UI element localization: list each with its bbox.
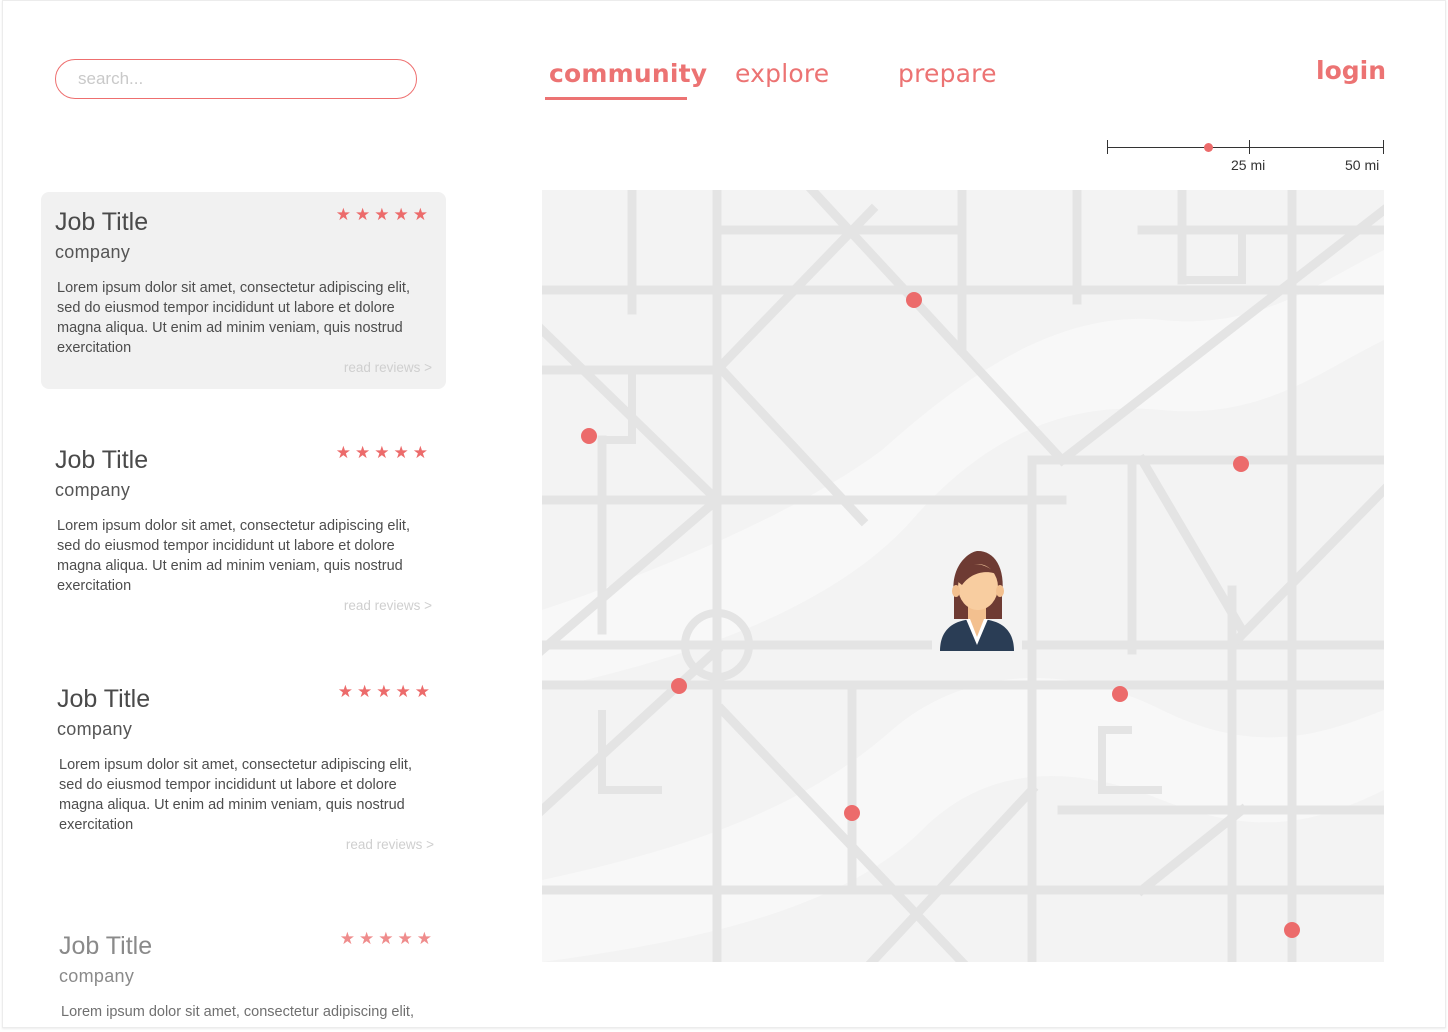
star-rating: ★★★★★ [335, 205, 432, 224]
location-pin-icon[interactable] [844, 805, 860, 821]
job-title: Job Title [57, 685, 151, 713]
read-reviews-link[interactable]: read reviews > [344, 360, 432, 375]
location-pin-icon[interactable] [1112, 686, 1128, 702]
job-company: company [55, 242, 131, 262]
slider-handle[interactable] [1204, 143, 1213, 152]
job-company: company [55, 480, 131, 500]
star-rating: ★★★★★ [339, 929, 436, 948]
job-title: Job Title [59, 932, 153, 960]
location-pin-icon[interactable] [906, 292, 922, 308]
job-company: company [59, 966, 135, 986]
user-avatar-icon[interactable] [932, 545, 1022, 655]
job-card[interactable]: Job Title company ★★★★★ Lorem ipsum dolo… [41, 192, 446, 389]
job-description: Lorem ipsum dolor sit amet, consectetur … [57, 280, 410, 356]
slider-tick-50 [1383, 140, 1384, 154]
location-pin-icon[interactable] [581, 428, 597, 444]
login-link[interactable]: login [1316, 56, 1386, 85]
read-reviews-link[interactable]: read reviews > [346, 837, 434, 852]
job-card[interactable]: Job Title company ★★★★★ Lorem ipsum dolo… [45, 916, 450, 1027]
slider-tick-25 [1249, 140, 1250, 154]
job-description: Lorem ipsum dolor sit amet, consectetur … [57, 518, 410, 594]
star-rating: ★★★★★ [335, 443, 432, 462]
job-title: Job Title [55, 208, 149, 236]
search-input[interactable] [76, 68, 400, 90]
distance-slider[interactable]: 25 mi 50 mi [1107, 137, 1387, 177]
location-pin-icon[interactable] [1284, 922, 1300, 938]
job-title: Job Title [55, 446, 149, 474]
job-company: company [57, 719, 133, 739]
scale-label-25: 25 mi [1231, 157, 1266, 173]
map-view[interactable] [542, 190, 1384, 962]
job-description: Lorem ipsum dolor sit amet, consectetur … [59, 757, 412, 833]
app-frame: community explore prepare login 25 mi 50… [2, 0, 1446, 1028]
active-tab-underline [545, 97, 687, 100]
location-pin-icon[interactable] [671, 678, 687, 694]
read-reviews-link[interactable]: read reviews > [344, 598, 432, 613]
slider-tick-start [1107, 140, 1108, 154]
scale-label-50: 50 mi [1345, 157, 1380, 173]
job-card[interactable]: Job Title company ★★★★★ Lorem ipsum dolo… [41, 430, 446, 627]
slider-track[interactable] [1107, 147, 1383, 148]
job-card[interactable]: Job Title company ★★★★★ Lorem ipsum dolo… [43, 669, 448, 866]
location-pin-icon[interactable] [1233, 456, 1249, 472]
tab-explore[interactable]: explore [735, 59, 829, 88]
tab-community[interactable]: community [549, 59, 707, 88]
star-rating: ★★★★★ [337, 682, 434, 701]
tab-prepare[interactable]: prepare [898, 59, 997, 88]
job-description: Lorem ipsum dolor sit amet, consectetur … [61, 1004, 414, 1020]
search-bar[interactable] [55, 59, 417, 99]
